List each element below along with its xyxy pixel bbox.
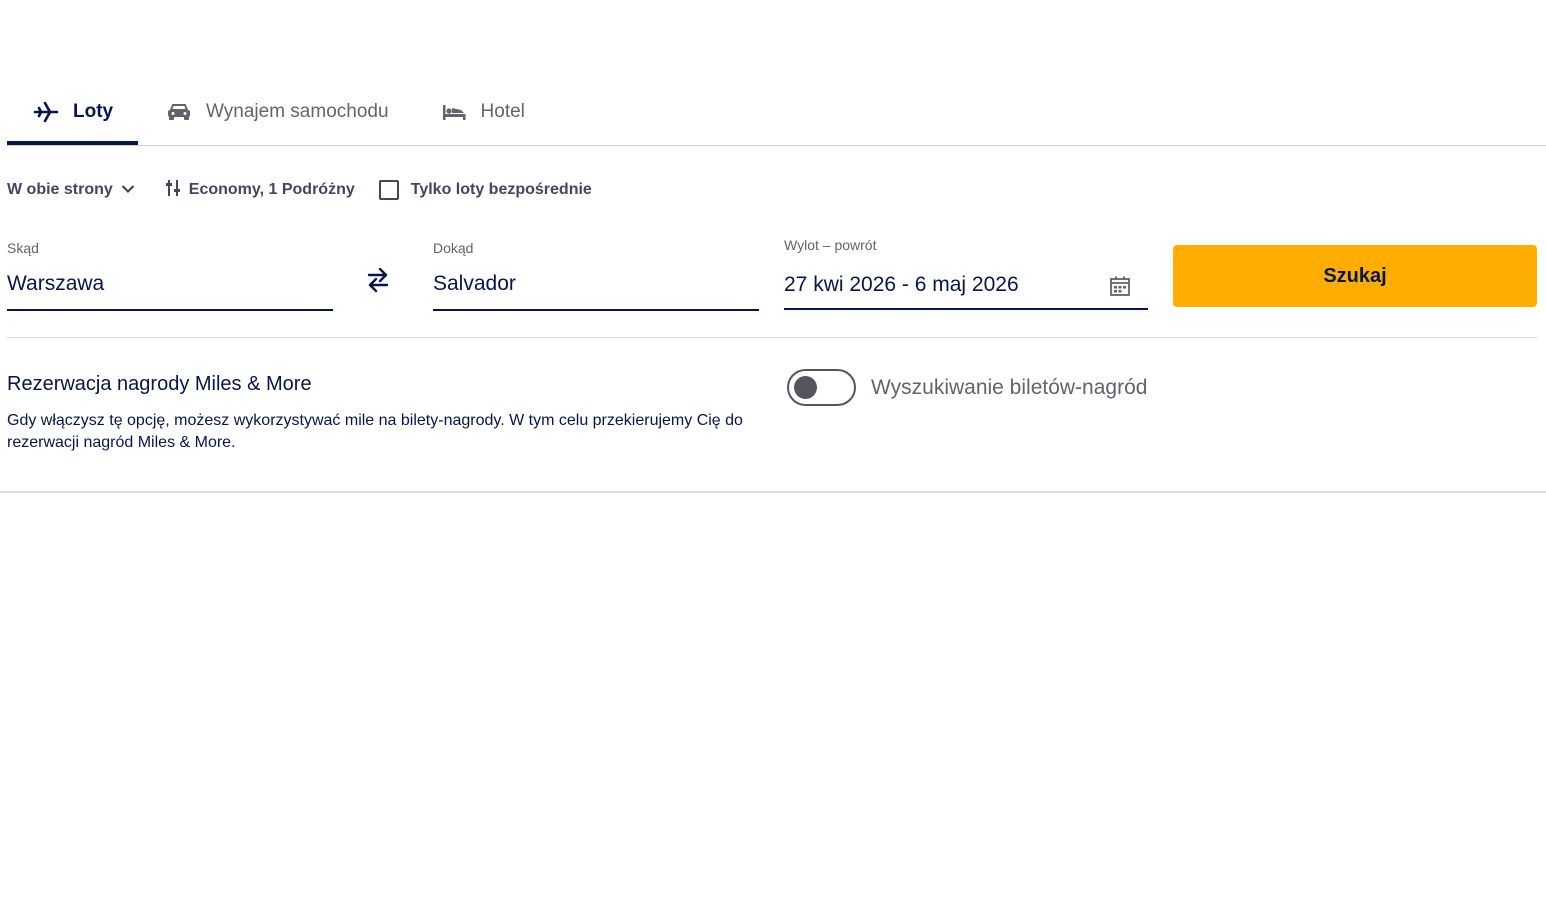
car-icon xyxy=(166,101,192,123)
tab-flights[interactable]: Loty xyxy=(7,78,138,146)
tab-label: Wynajem samochodu xyxy=(206,100,389,122)
tab-car-rental[interactable]: Wynajem samochodu xyxy=(166,78,389,145)
swap-arrows-icon xyxy=(366,267,390,298)
origin-label: Skąd xyxy=(7,240,39,256)
airplane-icon xyxy=(33,101,59,123)
tabs-divider xyxy=(7,145,1546,146)
miles-award-title: Rezerwacja nagrody Miles & More xyxy=(7,373,312,395)
destination-label: Dokąd xyxy=(433,240,474,256)
product-tabs: Loty Wynajem samochodu Hotel xyxy=(7,78,1546,146)
dates-underline xyxy=(784,308,1148,310)
sliders-icon xyxy=(165,179,181,202)
cabin-passengers-label: Economy, 1 Podróżny xyxy=(188,181,355,198)
trip-type-label: W obie strony xyxy=(7,181,113,198)
award-search-toggle-label: Wyszukiwanie biletów-nagród xyxy=(871,376,1148,399)
origin-field[interactable]: Skąd Warszawa xyxy=(7,240,333,312)
search-button[interactable]: Szukaj xyxy=(1173,245,1537,307)
tab-label: Loty xyxy=(73,100,114,122)
section-divider xyxy=(7,337,1537,338)
award-search-toggle[interactable] xyxy=(787,369,856,406)
bed-icon xyxy=(441,101,467,123)
tab-label: Hotel xyxy=(480,100,525,122)
destination-underline xyxy=(433,309,759,311)
destination-field[interactable]: Dokąd Salvador xyxy=(433,240,759,312)
destination-input[interactable]: Salvador xyxy=(433,272,759,296)
dates-field[interactable]: Wylot – powrót 27 kwi 2026 - 6 maj 2026 xyxy=(784,237,1148,311)
origin-input[interactable]: Warszawa xyxy=(7,272,333,296)
origin-underline xyxy=(7,309,333,311)
toggle-knob xyxy=(794,376,817,399)
flight-search-widget: Loty Wynajem samochodu Hotel W obie stro… xyxy=(0,0,1546,919)
dates-label: Wylot – powrót xyxy=(784,237,877,253)
chevron-down-icon xyxy=(121,181,135,199)
direct-flights-label: Tylko loty bezpośrednie xyxy=(410,181,592,198)
bottom-divider xyxy=(0,491,1546,493)
cabin-passengers-selector[interactable]: Economy, 1 Podróżny xyxy=(165,179,355,202)
dates-input[interactable]: 27 kwi 2026 - 6 maj 2026 xyxy=(784,273,1148,297)
direct-flights-option[interactable]: Tylko loty bezpośrednie xyxy=(378,180,592,200)
swap-locations-button[interactable] xyxy=(366,266,390,299)
trip-type-dropdown[interactable]: W obie strony xyxy=(7,181,135,199)
direct-flights-checkbox[interactable] xyxy=(378,180,399,200)
calendar-icon[interactable] xyxy=(1109,275,1131,302)
search-options: W obie strony Economy, 1 Podróżny Tylko … xyxy=(7,176,592,204)
miles-award-description: Gdy włączysz tę opcję, możesz wykorzysty… xyxy=(7,412,743,451)
tab-hotel[interactable]: Hotel xyxy=(441,78,525,145)
